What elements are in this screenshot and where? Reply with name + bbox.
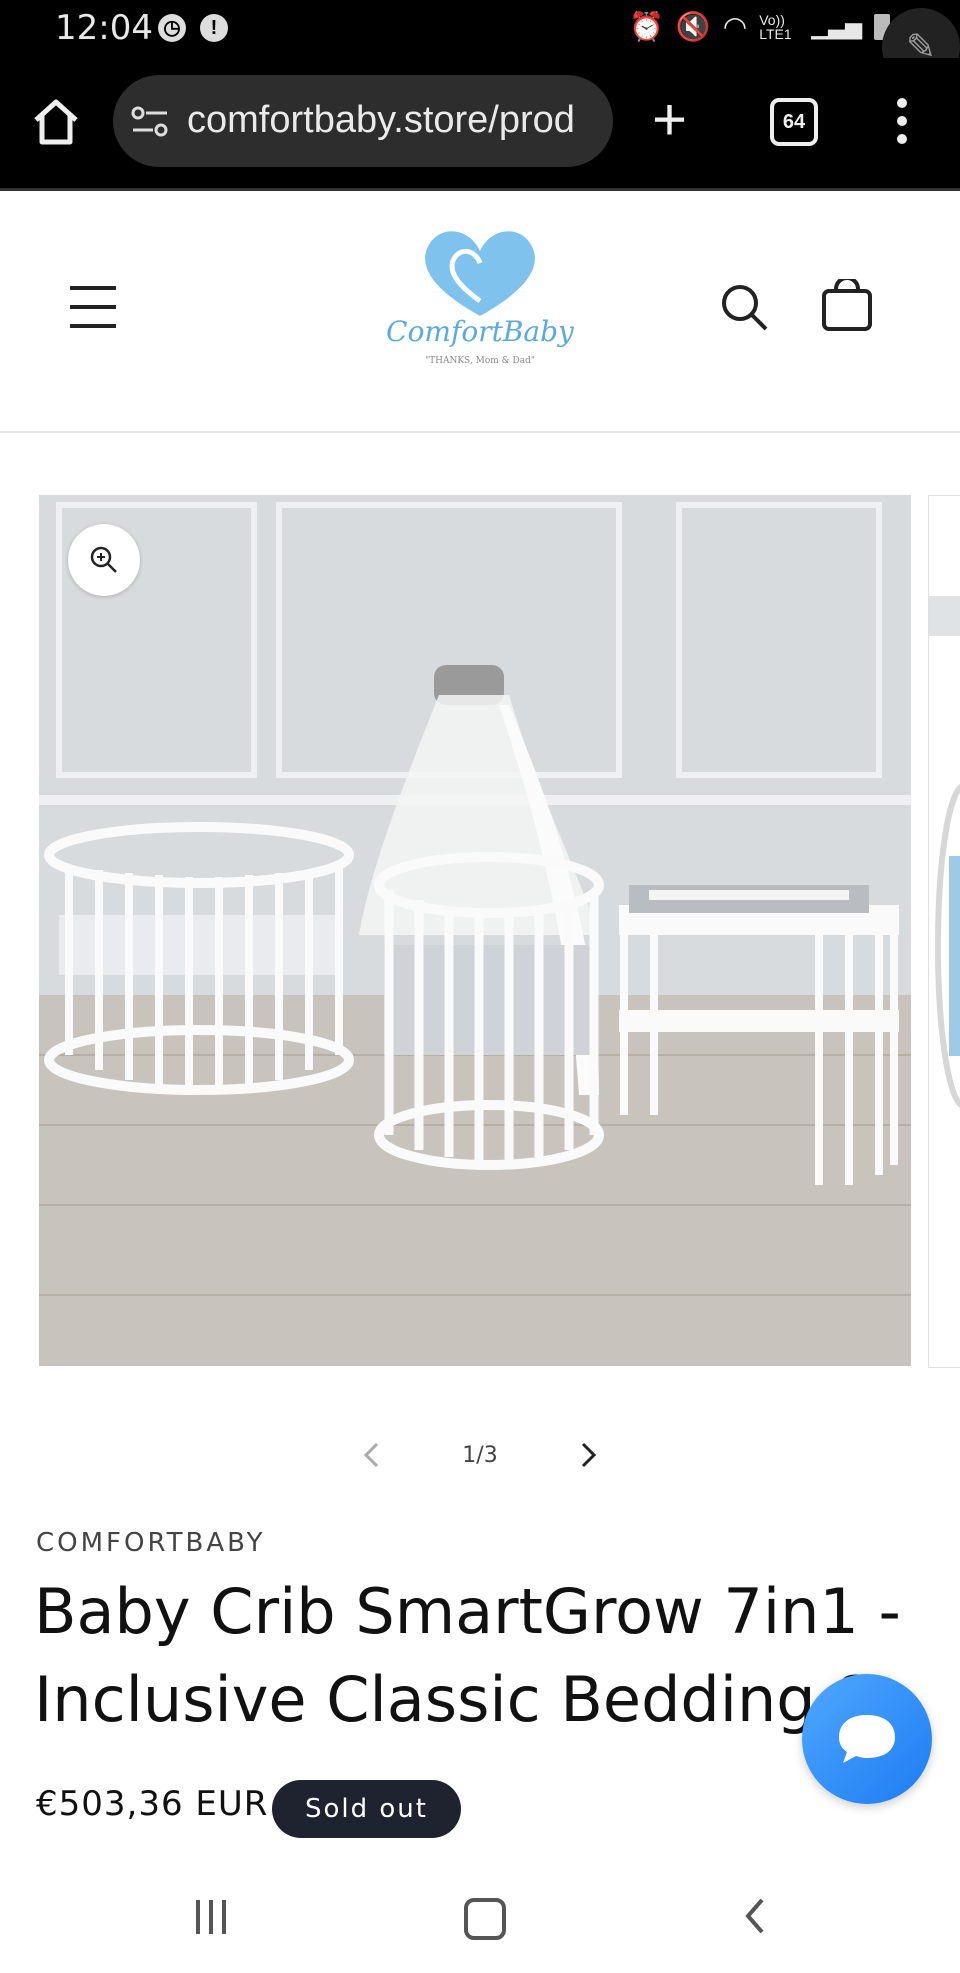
home-icon[interactable] [30,96,82,148]
status-time: 12:04 [55,8,153,48]
next-product-image-peek[interactable] [928,495,960,1368]
zoom-in-icon [90,546,117,573]
slide-counter: 1/3 [462,1442,498,1468]
site-logo[interactable]: ComfortBaby "THANKS, Mom & Dad" [375,221,585,371]
alert-icon: ! [200,14,228,42]
back-icon[interactable] [740,1896,770,1936]
recent-apps-icon[interactable] [196,1900,236,1934]
wifi-icon: ◠ [722,11,748,42]
new-tab-button[interactable]: + [652,90,687,150]
cart-bag-icon[interactable] [820,279,874,333]
url-text[interactable]: comfortbaby.store/prod [187,99,602,142]
previous-slide-icon[interactable] [360,1440,384,1470]
address-bar[interactable]: comfortbaby.store/prod [113,75,613,167]
heart-logo-icon: ComfortBaby "THANKS, Mom & Dad" [386,231,575,366]
svg-text:"THANKS, Mom & Dad": "THANKS, Mom & Dad" [425,356,535,366]
product-vendor: COMFORTBABY [36,1528,266,1558]
browser-toolbar: comfortbaby.store/prod + 64 [0,58,960,191]
tab-switcher-button[interactable]: 64 [770,98,818,146]
site-header: ComfortBaby "THANKS, Mom & Dad" [0,191,960,433]
product-price: €503,36 EUR [36,1784,269,1824]
sold-out-badge: Sold out [272,1780,461,1838]
site-settings-icon[interactable] [131,105,169,139]
home-nav-icon[interactable] [464,1898,506,1940]
signal-icon: ▁▃▅ [811,13,862,39]
chat-bubble-icon [839,1715,895,1763]
crib-set-photo [39,495,911,1366]
gallery-pager: 1/3 [360,1430,600,1480]
network-label: Vo)) LTE1 [759,11,792,42]
svg-text:ComfortBaby: ComfortBaby [386,315,575,348]
system-nav-bar [0,1860,960,1973]
next-slide-icon[interactable] [576,1440,600,1470]
product-title: Baby Crib SmartGrow 7in1 - Inclusive Cla… [34,1575,901,1736]
alarm-icon: ⏰ [629,11,664,42]
mute-icon: 🔇 [675,11,711,42]
menu-icon[interactable] [70,286,116,330]
status-bar: 12:04 ◷ ! ⏰ 🔇 ◠ Vo)) LTE1 ▁▃▅ [0,0,960,58]
more-options-icon[interactable] [897,98,907,148]
chat-button[interactable] [802,1674,932,1804]
stopwatch-icon: ◷ [158,14,186,42]
product-gallery [0,432,960,1392]
search-icon[interactable] [720,283,770,333]
product-image[interactable] [39,495,911,1366]
zoom-button[interactable] [68,524,140,596]
